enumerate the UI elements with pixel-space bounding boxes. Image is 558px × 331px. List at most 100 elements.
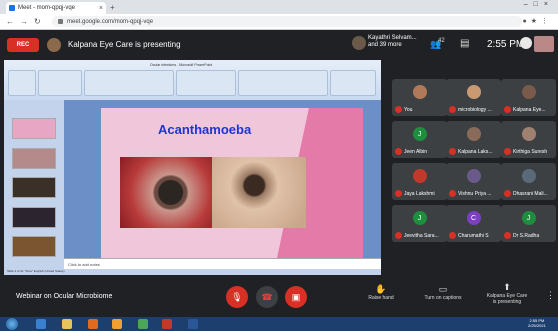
participant-tile[interactable]: Kalpana Eye... bbox=[501, 79, 556, 116]
captions-button[interactable]: ▭ Turn on captions bbox=[418, 284, 468, 301]
self-view-thumbnail[interactable] bbox=[534, 36, 554, 52]
ribbon-group-paragraph bbox=[176, 70, 236, 96]
participant-tile[interactable]: Kalpana Laks... bbox=[446, 121, 501, 158]
new-tab-icon[interactable]: + bbox=[110, 3, 115, 12]
ribbon-group-clipboard bbox=[8, 70, 36, 96]
mic-off-button[interactable]: 🎙 bbox=[226, 286, 248, 308]
ppt-window-title: Ocular infections - Microsoft PowerPoint bbox=[150, 63, 213, 67]
browser-tab[interactable]: Meet - mom-qpqj-vqe × bbox=[6, 2, 106, 14]
url-field[interactable]: meet.google.com/mom-qpqj-vqe bbox=[52, 16, 522, 27]
word-icon[interactable] bbox=[188, 319, 198, 329]
participant-avatar bbox=[521, 127, 536, 141]
present-icon: ⬆ bbox=[503, 282, 511, 292]
media-icon[interactable] bbox=[88, 319, 98, 329]
raise-hand-label: Raise hand bbox=[368, 295, 394, 301]
close-tab-icon[interactable]: × bbox=[99, 5, 103, 12]
participant-name: Charumathi S bbox=[458, 233, 489, 239]
participants-line2: and 39 more bbox=[368, 42, 402, 48]
rec-label: REC bbox=[16, 42, 30, 48]
captions-label: Turn on captions bbox=[424, 295, 462, 301]
muted-mic-icon bbox=[504, 232, 511, 239]
meet-favicon-icon bbox=[9, 5, 15, 11]
slide-thumbnail[interactable] bbox=[12, 177, 56, 198]
contact-lens-image bbox=[212, 157, 306, 228]
extension-icons[interactable]: ●★⋮ bbox=[522, 17, 552, 25]
participant-avatar bbox=[412, 85, 427, 99]
participant-tile[interactable]: Kirthiga Suresh bbox=[501, 121, 556, 158]
participant-avatar: C bbox=[466, 211, 481, 225]
participant-avatar bbox=[466, 127, 481, 141]
slide-thumbnail[interactable] bbox=[12, 236, 56, 257]
participant-avatar bbox=[352, 36, 366, 50]
system-clock: 2:55 PM 2/25/2021 bbox=[528, 318, 546, 328]
participant-name: Vishnu Priya ... bbox=[458, 191, 492, 197]
captions-icon: ▭ bbox=[438, 284, 448, 294]
muted-mic-icon bbox=[395, 190, 402, 197]
camera-off-icon: ▣ bbox=[291, 291, 301, 302]
participant-avatar bbox=[412, 169, 427, 183]
participant-name: Jaya Lakshmi bbox=[404, 191, 435, 197]
people-count: 42 bbox=[438, 38, 445, 44]
start-button[interactable] bbox=[6, 318, 18, 330]
participant-tile[interactable]: Dhasrani Mali... bbox=[501, 163, 556, 200]
participant-avatar bbox=[466, 85, 481, 99]
camera-off-button[interactable]: ▣ bbox=[285, 286, 307, 308]
folder-icon[interactable] bbox=[62, 319, 72, 329]
participant-name: You bbox=[404, 107, 413, 113]
slide-thumbnail[interactable] bbox=[12, 148, 56, 169]
muted-mic-icon bbox=[449, 106, 456, 113]
slide-thumbnail[interactable] bbox=[12, 118, 56, 139]
participants-summary[interactable]: Kayathri Selvam... and 39 more bbox=[368, 35, 417, 49]
chrome-icon[interactable] bbox=[138, 319, 148, 329]
participant-avatar bbox=[521, 85, 536, 99]
participant-tile[interactable]: J Dr S.Radha bbox=[501, 205, 556, 242]
participant-name: Kalpana Laks... bbox=[458, 149, 493, 155]
powerpoint-icon[interactable] bbox=[162, 319, 172, 329]
participant-name: Kirthiga Suresh bbox=[513, 149, 548, 155]
hand-icon: ✋ bbox=[375, 284, 387, 294]
participant-tile[interactable]: microbiology ... bbox=[446, 79, 501, 116]
participant-name: Jeen Albin bbox=[404, 149, 428, 155]
ppt-status-bar: Slide 2 of 21 "Flow" English (United Sta… bbox=[4, 269, 381, 275]
presenter-avatar bbox=[47, 38, 61, 52]
account-icon[interactable] bbox=[520, 37, 532, 49]
participant-avatar bbox=[521, 169, 536, 183]
lock-icon bbox=[58, 19, 63, 24]
slide-thumbnail[interactable] bbox=[12, 207, 56, 228]
participant-tile[interactable]: J Jeevitha Sara... bbox=[392, 205, 447, 242]
participant-name: Kalpana Eye... bbox=[513, 107, 546, 113]
muted-mic-icon bbox=[395, 106, 402, 113]
firefox-icon[interactable] bbox=[112, 319, 122, 329]
participant-avatar: J bbox=[521, 211, 536, 225]
muted-mic-icon bbox=[504, 190, 511, 197]
leave-call-button[interactable]: ☎ bbox=[256, 286, 278, 308]
presenting-line2: is presenting bbox=[492, 299, 522, 305]
participants-line1: Kayathri Selvam... bbox=[368, 35, 417, 41]
muted-mic-icon bbox=[449, 232, 456, 239]
presenting-button[interactable]: ⬆ Kalpana Eye Care is presenting bbox=[478, 282, 536, 305]
participant-name: Jeevitha Sara... bbox=[404, 233, 439, 239]
raise-hand-button[interactable]: ✋ Raise hand bbox=[364, 284, 398, 301]
participant-name: microbiology ... bbox=[458, 107, 492, 113]
more-options-icon[interactable]: ⋮ bbox=[546, 290, 555, 301]
mic-off-icon: 🎙 bbox=[231, 291, 243, 302]
participant-tile[interactable]: Jaya Lakshmi bbox=[392, 163, 447, 200]
muted-mic-icon bbox=[449, 190, 456, 197]
forward-icon[interactable]: → bbox=[20, 17, 28, 26]
back-icon[interactable]: ← bbox=[6, 17, 14, 26]
reload-icon[interactable]: ↻ bbox=[34, 17, 41, 26]
window-controls[interactable]: –□× bbox=[524, 1, 554, 8]
chat-icon[interactable]: ▤ bbox=[460, 38, 469, 49]
ribbon-group-font bbox=[84, 70, 174, 96]
participant-tile[interactable]: C Charumathi S bbox=[446, 205, 501, 242]
ribbon-group-drawing bbox=[238, 70, 328, 96]
muted-mic-icon bbox=[504, 106, 511, 113]
muted-mic-icon bbox=[504, 148, 511, 155]
muted-mic-icon bbox=[395, 232, 402, 239]
participant-tile[interactable]: J Jeen Albin bbox=[392, 121, 447, 158]
muted-mic-icon bbox=[449, 148, 456, 155]
ie-icon[interactable] bbox=[36, 319, 46, 329]
participant-tile[interactable]: Vishnu Priya ... bbox=[446, 163, 501, 200]
participant-name: Dhasrani Mali... bbox=[513, 191, 548, 197]
participant-tile[interactable]: You bbox=[392, 79, 447, 116]
